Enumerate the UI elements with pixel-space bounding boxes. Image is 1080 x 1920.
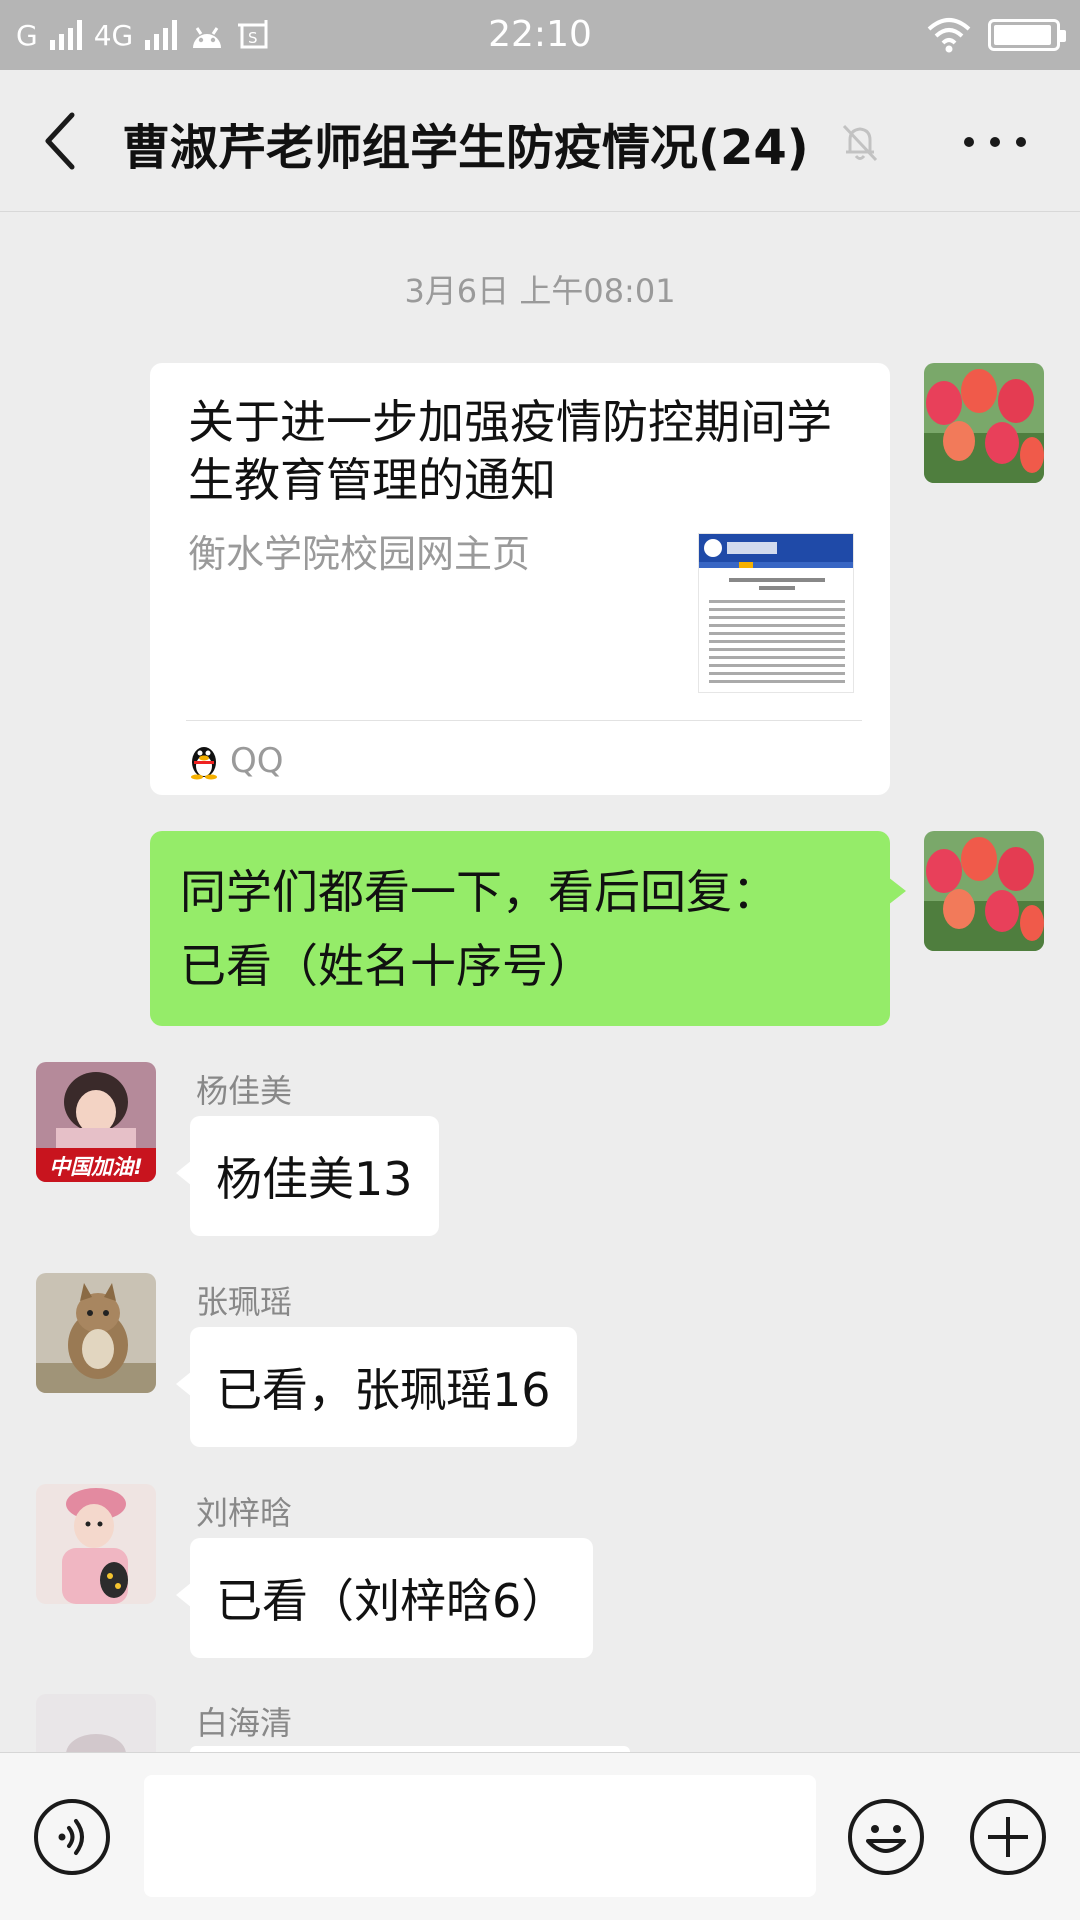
outgoing-message-line-1: 同学们都看一下，看后回复： [180, 865, 778, 919]
outgoing-message-line-2: 已看（姓名十序号） [180, 939, 594, 993]
card-divider [186, 720, 862, 721]
incoming-message-bubble[interactable]: 杨佳美13 [176, 1116, 439, 1236]
outgoing-message-bubble[interactable]: 同学们都看一下，看后回复： 已看（姓名十序号） [150, 831, 906, 1026]
sender-name: 张珮瑶 [196, 1283, 293, 1321]
sender-name: 刘梓晗 [196, 1494, 293, 1532]
status-bar: G 4G S 22:10 [0, 0, 1080, 70]
card-title: 关于进一步加强疫情防控期间学生教育管理的通知 [188, 395, 832, 507]
my-avatar[interactable] [924, 831, 1044, 951]
card-app-label: QQ [230, 741, 284, 781]
back-icon[interactable] [30, 105, 90, 177]
message-input[interactable] [144, 1775, 816, 1897]
bell-off-icon [842, 124, 878, 162]
incoming-message-bubble[interactable]: 已看（刘梓晗6） [175, 1538, 594, 1658]
chat-header: 曹淑芹老师组学生防疫情况(24) [0, 70, 1080, 212]
avatar-sender-2[interactable] [36, 1273, 156, 1393]
avatar-badge-text: 中国加油! [49, 1155, 143, 1179]
incoming-message-bubble[interactable]: 已看，张珮瑶16 [176, 1327, 577, 1447]
clock: 22:10 [488, 14, 592, 55]
card-app-source: QQ [188, 741, 284, 781]
qq-penguin-icon [191, 747, 217, 780]
plus-icon[interactable] [968, 1797, 1048, 1877]
more-dots-icon[interactable] [964, 130, 1026, 154]
shared-link-card[interactable]: 关于进一步加强疫情防控期间学生教育管理的通知 衡水学院校园网主页 QQ [150, 363, 890, 795]
avatar-sender-4[interactable] [36, 1694, 156, 1752]
status-right [926, 0, 1066, 70]
avatar-sender-1[interactable]: 中国加油! [36, 1062, 156, 1182]
message-input-bar [0, 1752, 1080, 1920]
battery-icon [988, 19, 1066, 51]
wifi-icon [927, 18, 971, 53]
emoji-icon[interactable] [846, 1797, 926, 1877]
sender-name: 白海清 [196, 1704, 293, 1742]
voice-icon[interactable] [32, 1797, 112, 1877]
card-thumbnail [698, 533, 854, 693]
sender-name: 杨佳美 [196, 1072, 293, 1110]
chat-title: 曹淑芹老师组学生防疫情况(24) [122, 120, 809, 176]
avatar-sender-3[interactable] [36, 1484, 156, 1604]
card-source: 衡水学院校园网主页 [188, 532, 531, 576]
message-timestamp: 3月6日 上午08:01 [404, 272, 676, 310]
my-avatar[interactable] [924, 363, 1044, 483]
